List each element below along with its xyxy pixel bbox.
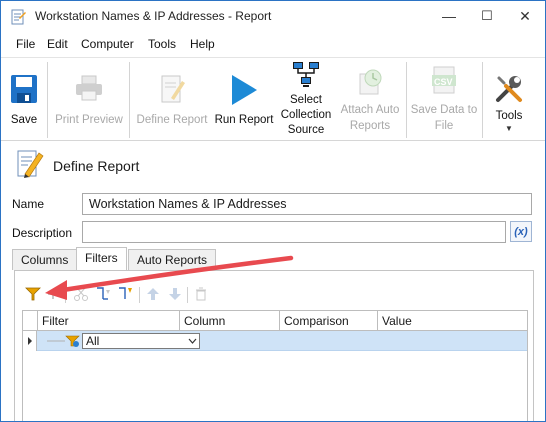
save-button[interactable]: Save (5, 60, 43, 140)
attach-auto-reports-button[interactable]: Attach Auto Reports (337, 60, 403, 140)
save-label: Save (10, 114, 38, 126)
section-title: Define Report (53, 158, 140, 174)
maximize-button[interactable]: ☐ (469, 1, 505, 31)
filters-toolbar-separator (139, 287, 140, 303)
toolbar-separator (482, 62, 483, 138)
menu-edit[interactable]: Edit (47, 37, 68, 51)
tools-icon (496, 76, 522, 102)
tools-button[interactable]: Tools ▼ (486, 60, 532, 140)
toolbar-separator (129, 62, 130, 138)
move-up-button[interactable] (143, 284, 163, 304)
toolbar-separator (406, 62, 407, 138)
select-collection-source-button[interactable]: Select Collection Source (275, 60, 337, 140)
save-data-label-line1: Save Data to (410, 104, 478, 116)
filters-toolbar-separator (65, 287, 66, 303)
attach-label-line2: Reports (349, 120, 391, 132)
attach-auto-reports-icon (359, 69, 382, 95)
save-data-label-line2: File (434, 120, 454, 132)
minimize-button[interactable]: — (431, 1, 467, 31)
define-report-header-icon (17, 150, 44, 178)
delete-filter-button[interactable] (191, 284, 211, 304)
filter-logic-select[interactable]: All (82, 333, 200, 349)
save-data-to-file-label: Save Data to File (409, 102, 479, 134)
save-data-to-file-button[interactable]: CSV Save Data to File (409, 60, 479, 140)
define-report-label: Define Report (136, 114, 208, 126)
filter-logic-value: All (86, 334, 100, 348)
indent-filter-button[interactable] (93, 284, 113, 304)
grid-header: Filter Column Comparison Value (23, 311, 527, 331)
select-label-line3: Source (287, 124, 325, 136)
description-field[interactable] (82, 221, 506, 243)
print-preview-label: Print Preview (55, 114, 123, 126)
add-condition-icon (48, 289, 58, 299)
menu-file[interactable]: File (16, 37, 35, 51)
select-label-line2: Collection (280, 109, 332, 121)
outdent-filter-button[interactable] (115, 284, 135, 304)
define-report-button[interactable]: Define Report (132, 60, 212, 140)
indent-icon (97, 287, 110, 300)
menu-computer[interactable]: Computer (81, 37, 134, 51)
chevron-down-icon[interactable] (185, 334, 199, 348)
close-button[interactable]: ✕ (507, 1, 543, 31)
chevron-down-icon: ▼ (505, 124, 513, 133)
filter-funnel-icon (25, 287, 41, 301)
menu-help[interactable]: Help (190, 37, 215, 51)
name-field[interactable]: Workstation Names & IP Addresses (82, 193, 532, 215)
expression-button[interactable]: (x) (510, 221, 532, 242)
description-label: Description (12, 226, 73, 240)
table-row[interactable]: All (23, 331, 527, 351)
save-icon (11, 75, 37, 103)
column-header-value[interactable]: Value (377, 311, 527, 331)
network-computers-icon (293, 62, 319, 87)
select-collection-source-label: Select Collection Source (275, 93, 337, 138)
toolbar-separator (47, 62, 48, 138)
tab-auto-reports[interactable]: Auto Reports (128, 249, 217, 270)
column-header-column[interactable]: Column (179, 311, 279, 331)
run-report-label: Run Report (214, 114, 274, 126)
tab-filters[interactable]: Filters (76, 247, 127, 270)
add-condition-button[interactable] (43, 284, 63, 304)
ribbon-toolbar: Save Print Preview Define Report Run Rep… (1, 57, 545, 141)
tab-columns[interactable]: Columns (12, 249, 78, 270)
column-header-comparison[interactable]: Comparison (279, 311, 377, 331)
printer-icon (76, 75, 102, 101)
add-filter-button[interactable] (23, 284, 43, 304)
menu-tools[interactable]: Tools (148, 37, 176, 51)
column-header-filter[interactable]: Filter (37, 311, 179, 331)
attach-label-line1: Attach Auto (340, 104, 400, 116)
title-bar[interactable]: Workstation Names & IP Addresses - Repor… (1, 1, 545, 32)
csv-badge-label: CSV (434, 77, 453, 87)
outdent-icon (119, 287, 132, 299)
trash-icon (196, 287, 206, 301)
move-down-button[interactable] (165, 284, 185, 304)
report-window: Workstation Names & IP Addresses - Repor… (0, 0, 546, 422)
print-preview-button[interactable]: Print Preview (51, 60, 127, 140)
scissors-icon (74, 287, 88, 301)
run-report-button[interactable]: Run Report (213, 60, 275, 140)
arrow-down-icon (169, 288, 181, 300)
row-indicator (23, 331, 37, 351)
cut-filter-button[interactable] (71, 284, 91, 304)
menu-bar: File Edit Computer Tools Help (1, 34, 545, 54)
report-app-icon (11, 9, 26, 25)
filter-group-icon (47, 335, 80, 347)
filters-grid: Filter Column Comparison Value All (22, 310, 528, 421)
window-title: Workstation Names & IP Addresses - Repor… (35, 9, 272, 23)
tools-label: Tools (495, 110, 523, 122)
arrow-up-icon (147, 288, 159, 300)
filters-toolbar (21, 284, 261, 306)
play-icon (232, 75, 257, 105)
name-label: Name (12, 197, 45, 211)
define-report-icon (161, 75, 185, 103)
attach-auto-reports-label: Attach Auto Reports (337, 102, 403, 134)
select-label-line1: Select (290, 94, 322, 106)
filters-toolbar-separator (187, 287, 188, 303)
current-row-arrow-icon (27, 337, 32, 345)
